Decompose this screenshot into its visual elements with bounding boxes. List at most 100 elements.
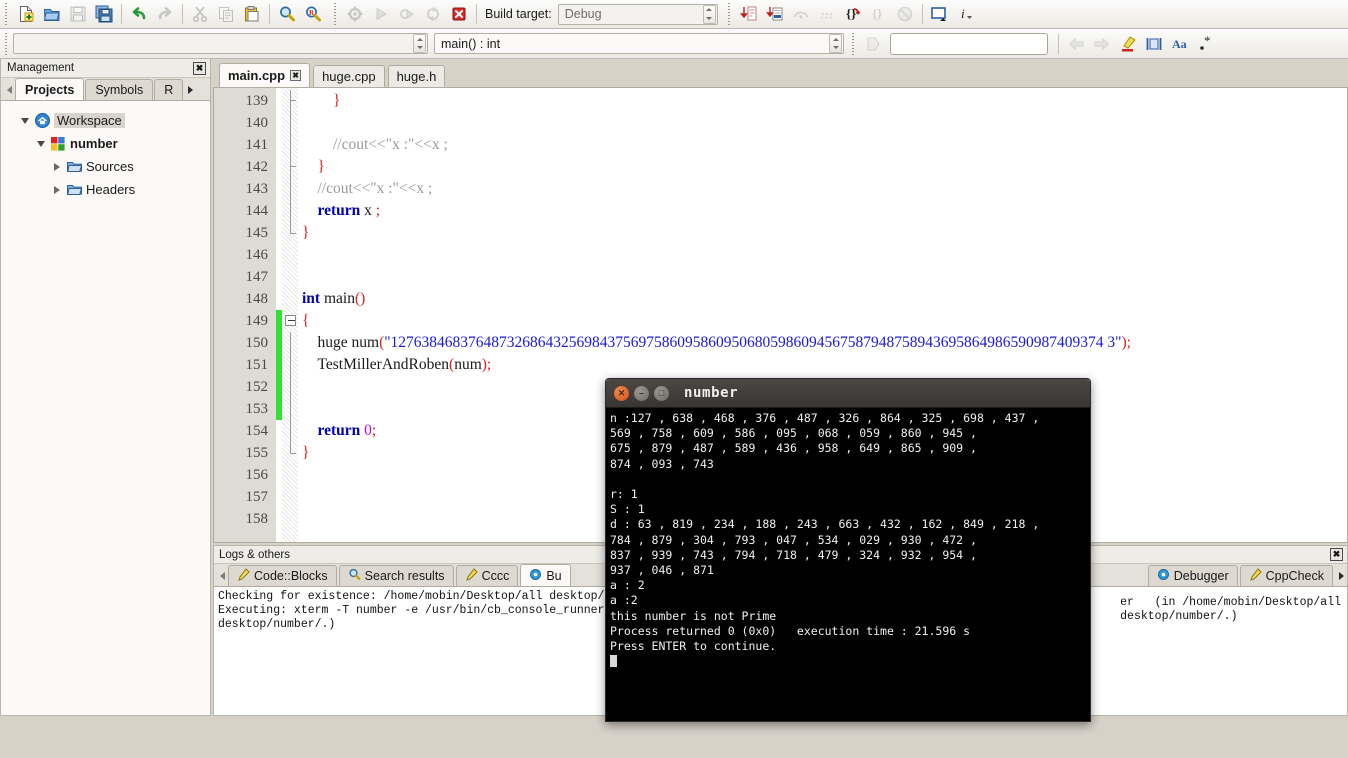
log-tab-search-results[interactable]: Search results: [338, 565, 454, 586]
whole-word-button[interactable]: [1141, 32, 1167, 56]
toolbar-grip[interactable]: [725, 3, 733, 25]
open-file-button[interactable]: [39, 2, 65, 26]
find-button[interactable]: [274, 2, 300, 26]
log-tab-debugger[interactable]: Debugger: [1147, 565, 1238, 586]
toolbar-grip[interactable]: [3, 32, 10, 55]
close-icon[interactable]: ✕: [614, 385, 629, 401]
copy-button[interactable]: [213, 2, 239, 26]
code-line[interactable]: }: [298, 90, 1347, 112]
fold-marker: [282, 156, 298, 178]
goto-button[interactable]: [860, 32, 886, 56]
terminal-output[interactable]: n :127 , 638 , 468 , 376 , 487 , 326 , 8…: [606, 408, 1090, 721]
function-spinner[interactable]: [829, 34, 842, 53]
rebuild-button[interactable]: [420, 2, 446, 26]
debug-step-into-button[interactable]: {}: [840, 2, 866, 26]
maximize-icon[interactable]: □: [654, 385, 669, 401]
toolbar-separator: [921, 4, 923, 24]
chevron-right-icon[interactable]: [49, 162, 65, 171]
undo-button[interactable]: [126, 2, 152, 26]
debug-stop-button[interactable]: [892, 2, 918, 26]
terminal-window[interactable]: ✕ – □ number n :127 , 638 , 468 , 376 , …: [605, 378, 1091, 722]
debug-next-line-button[interactable]: [788, 2, 814, 26]
log-tab-cccc[interactable]: Cccc: [455, 565, 519, 586]
tab-scroll-left-icon[interactable]: [216, 566, 228, 586]
tab-scroll-left-icon[interactable]: [3, 80, 15, 100]
function-combo[interactable]: main() : int: [434, 33, 844, 54]
toolbar-grip[interactable]: [850, 32, 857, 55]
tab-projects[interactable]: Projects: [15, 78, 85, 100]
editor-tab-huge-cpp[interactable]: huge.cpp: [313, 65, 385, 87]
tree-item-number-project[interactable]: number: [1, 132, 210, 155]
log-tab-codeblocks[interactable]: Code::Blocks: [228, 565, 337, 586]
highlight-button[interactable]: [1115, 32, 1141, 56]
code-line[interactable]: int main(): [298, 288, 1347, 310]
code-token: }: [317, 158, 325, 175]
fold-margin[interactable]: [282, 88, 298, 542]
regex-button[interactable]: *: [1193, 32, 1219, 56]
close-icon[interactable]: ✖: [193, 61, 206, 75]
scope-combo[interactable]: [13, 33, 428, 54]
editor-tab-huge-h[interactable]: huge.h: [387, 65, 446, 87]
debug-continue-button[interactable]: [736, 2, 762, 26]
debug-info-button[interactable]: i: [953, 2, 979, 26]
code-line[interactable]: return x ;: [298, 200, 1347, 222]
tab-symbols[interactable]: Symbols: [85, 79, 154, 100]
line-number: 155: [245, 445, 269, 461]
terminal-titlebar[interactable]: ✕ – □ number: [606, 379, 1090, 408]
match-case-button[interactable]: Aa: [1167, 32, 1193, 56]
log-tab-cppcheck[interactable]: CppCheck: [1239, 565, 1333, 586]
build-target-combo[interactable]: Debug: [557, 3, 718, 25]
toolbar-grip[interactable]: [332, 3, 339, 25]
code-line[interactable]: [298, 266, 1347, 288]
build-and-run-button[interactable]: [394, 2, 420, 26]
debug-windows-button[interactable]: [927, 2, 953, 26]
run-button[interactable]: [368, 2, 394, 26]
debug-step-out-button[interactable]: {}: [866, 2, 892, 26]
tree-item-workspace[interactable]: Workspace: [1, 109, 210, 132]
save-all-button[interactable]: [91, 2, 117, 26]
tab-scroll-right-icon[interactable]: [1335, 566, 1347, 586]
code-line[interactable]: //cout<<"x :"<<x ;: [298, 178, 1347, 200]
code-line[interactable]: [298, 244, 1347, 266]
new-file-button[interactable]: [13, 2, 39, 26]
toolbar-grip[interactable]: [3, 3, 10, 25]
code-line[interactable]: {: [298, 310, 1347, 332]
save-button[interactable]: [65, 2, 91, 26]
log-tab-build-log[interactable]: Bu: [520, 564, 571, 586]
chevron-down-icon[interactable]: [17, 117, 33, 124]
search-input[interactable]: [890, 32, 1048, 55]
svg-text:i: i: [961, 6, 965, 21]
tab-scroll-right-icon[interactable]: [184, 80, 196, 100]
tab-resources[interactable]: R: [154, 79, 184, 100]
close-icon[interactable]: ✖: [290, 70, 302, 81]
code-line[interactable]: TestMillerAndRoben(num);: [298, 354, 1347, 376]
chevron-right-icon[interactable]: [49, 185, 65, 194]
nav-forward-button[interactable]: [1089, 32, 1115, 56]
code-line[interactable]: }: [298, 156, 1347, 178]
svg-text:{}: {}: [872, 6, 882, 21]
abort-button[interactable]: [446, 2, 472, 26]
chevron-down-icon[interactable]: [33, 140, 49, 147]
redo-button[interactable]: [152, 2, 178, 26]
code-token: );: [1121, 334, 1131, 351]
tree-item-headers[interactable]: Headers: [1, 178, 210, 201]
cut-button[interactable]: [187, 2, 213, 26]
build-button[interactable]: [342, 2, 368, 26]
close-icon[interactable]: ✖: [1330, 548, 1343, 561]
tree-item-sources[interactable]: Sources: [1, 155, 210, 178]
debug-next-instruction-button[interactable]: [814, 2, 840, 26]
nav-back-button[interactable]: [1063, 32, 1089, 56]
code-line[interactable]: //cout<<"x :"<<x ;: [298, 134, 1347, 156]
fold-marker: [282, 354, 298, 376]
replace-button[interactable]: R: [300, 2, 326, 26]
paste-button[interactable]: [239, 2, 265, 26]
fold-marker[interactable]: [282, 310, 298, 332]
debug-run-to-cursor-button[interactable]: [762, 2, 788, 26]
build-target-spinner[interactable]: [702, 4, 716, 24]
minimize-icon[interactable]: –: [634, 385, 649, 401]
scope-spinner[interactable]: [413, 34, 426, 53]
code-line[interactable]: huge num("127638468376487326864325698437…: [298, 332, 1347, 354]
code-line[interactable]: }: [298, 222, 1347, 244]
editor-tab-main-cpp[interactable]: main.cpp ✖: [219, 63, 311, 87]
code-line[interactable]: [298, 112, 1347, 134]
